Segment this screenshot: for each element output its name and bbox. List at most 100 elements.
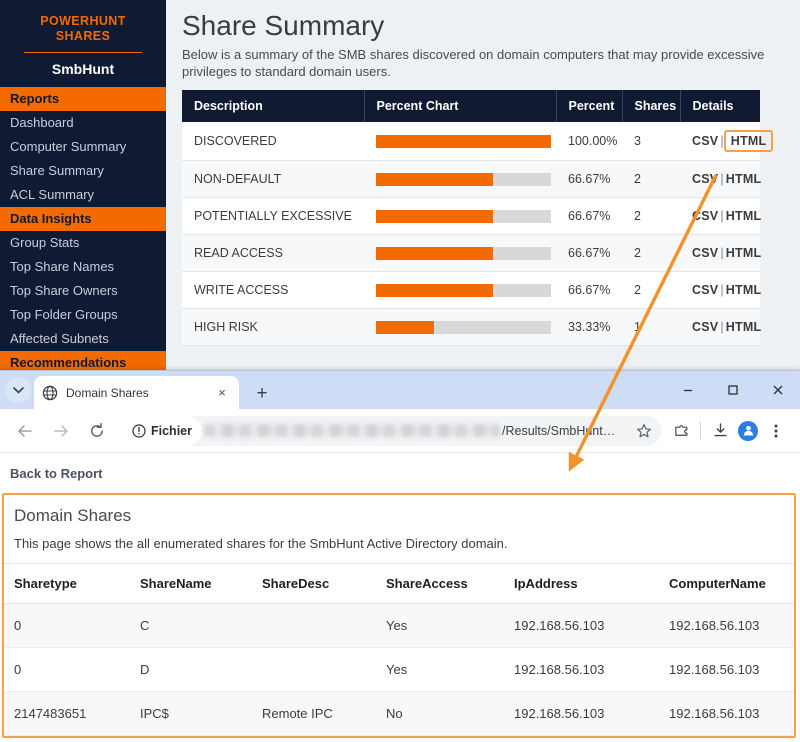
table-row: 0 D Yes 192.168.56.103 192.168.56.103	[4, 647, 794, 692]
brand-title: POWERHUNT SHARES	[10, 14, 156, 44]
column-header-percent-chart: Percent Chart	[364, 90, 557, 122]
reload-button[interactable]	[82, 416, 112, 446]
cell-description: DISCOVERED	[182, 122, 364, 161]
sidebar-section-reports[interactable]: Reports	[0, 87, 166, 111]
window-close-button[interactable]	[755, 371, 800, 409]
browser-menu-icon[interactable]	[762, 416, 790, 446]
cell-percent: 66.67%	[556, 271, 622, 309]
site-info-chip[interactable]: Fichier	[124, 415, 202, 446]
table-row: 2147483651 IPC$ Remote IPC No 192.168.56.103…	[4, 691, 794, 736]
cell-details: CSV | HTML	[680, 160, 762, 198]
back-button[interactable]	[10, 416, 40, 446]
cell-details: CSV | HTML	[680, 197, 762, 235]
domain-shares-table: Sharetype ShareName ShareDesc ShareAcces…	[4, 563, 794, 736]
scheme-label: Fichier	[151, 423, 192, 438]
cell-shares: 2	[622, 234, 680, 272]
browser-toolbar: Fichier /Results/SmbHunt…	[0, 409, 800, 453]
cell-details: CSV | HTML	[680, 122, 774, 161]
sidebar-item-dashboard[interactable]: Dashboard	[0, 111, 166, 135]
cell-shares: 2	[622, 271, 680, 309]
cell-sharedesc: Remote IPC	[252, 691, 376, 736]
html-link[interactable]: HTML	[726, 246, 762, 260]
cell-ipaddress: 192.168.56.103	[504, 647, 659, 692]
cell-details: CSV | HTML	[680, 271, 762, 309]
sidebar-item-acl-summary[interactable]: ACL Summary	[0, 183, 166, 207]
sidebar-section-data-insights[interactable]: Data Insights	[0, 207, 166, 231]
browser-tab[interactable]: Domain Shares ×	[34, 376, 239, 409]
html-link[interactable]: HTML	[723, 130, 774, 152]
extensions-icon[interactable]	[667, 416, 695, 446]
downloads-icon[interactable]	[706, 416, 734, 446]
sidebar-item-top-folder-groups[interactable]: Top Folder Groups	[0, 303, 166, 327]
table-row: WRITE ACCESS 66.67% 2 CSV | HTML	[182, 271, 762, 309]
column-header-percent: Percent	[556, 90, 623, 122]
table-row: READ ACCESS 66.67% 2 CSV | HTML	[182, 234, 762, 272]
csv-link[interactable]: CSV	[692, 172, 718, 186]
cell-percent: 66.67%	[556, 160, 622, 198]
forward-button[interactable]	[46, 416, 76, 446]
brand-subtitle: SmbHunt	[51, 61, 115, 77]
column-header-ipaddress: IpAddress	[504, 563, 659, 604]
arrow-right-icon	[54, 424, 68, 437]
table-row: HIGH RISK 33.33% 1 CSV | HTML	[182, 308, 762, 346]
cell-percent: 66.67%	[556, 234, 622, 272]
html-link[interactable]: HTML	[726, 209, 762, 223]
cell-shares: 2	[622, 197, 680, 235]
tab-search-button[interactable]	[5, 377, 31, 403]
percent-bar-track	[376, 172, 551, 186]
percent-bar-fill	[376, 246, 493, 260]
column-header-sharename: ShareName	[130, 563, 252, 604]
cell-description: HIGH RISK	[182, 308, 364, 346]
tab-close-icon[interactable]: ×	[213, 384, 231, 402]
maximize-icon	[727, 385, 738, 395]
column-header-shares: Shares	[622, 90, 681, 122]
brand-title-line2: SHARES	[55, 29, 111, 43]
new-tab-button[interactable]: +	[249, 380, 275, 406]
window-maximize-button[interactable]	[710, 371, 755, 409]
cell-computername: 192.168.56.103	[659, 691, 794, 736]
cell-shareaccess: Yes	[376, 603, 504, 648]
csv-link[interactable]: CSV	[692, 320, 718, 334]
back-to-report-link[interactable]: Back to Report	[8, 453, 792, 493]
html-link[interactable]: HTML	[726, 283, 762, 297]
cell-percent-chart	[364, 308, 556, 346]
cell-computername: 192.168.56.103	[659, 647, 794, 692]
csv-link[interactable]: CSV	[692, 134, 718, 148]
cell-description: WRITE ACCESS	[182, 271, 364, 309]
table-row: DISCOVERED 100.00% 3 CSV | HTML	[182, 122, 774, 161]
table-row: POTENTIALLY EXCESSIVE 66.67% 2 CSV | HTML	[182, 197, 762, 235]
details-separator: |	[720, 246, 724, 260]
percent-bar-fill	[376, 134, 551, 148]
csv-link[interactable]: CSV	[692, 246, 718, 260]
cell-sharetype: 0	[4, 647, 130, 692]
sidebar-item-affected-subnets[interactable]: Affected Subnets	[0, 327, 166, 351]
sidebar-item-top-share-names[interactable]: Top Share Names	[0, 255, 166, 279]
page-title: Share Summary	[182, 10, 385, 41]
profile-avatar-icon[interactable]	[734, 416, 762, 446]
percent-bar-track	[376, 320, 551, 334]
url-redacted-region	[204, 424, 500, 437]
chevron-down-icon	[12, 386, 24, 394]
address-bar[interactable]: Fichier /Results/SmbHunt…	[124, 415, 661, 446]
csv-link[interactable]: CSV	[692, 283, 718, 297]
bookmark-star-icon[interactable]	[631, 423, 657, 439]
csv-link[interactable]: CSV	[692, 209, 718, 223]
toolbar-icons	[667, 416, 790, 446]
reload-icon	[91, 422, 103, 437]
cell-percent: 33.33%	[556, 308, 622, 346]
url-text: /Results/SmbHunt…	[502, 423, 616, 438]
sidebar-item-group-stats[interactable]: Group Stats	[0, 231, 166, 255]
window-controls	[665, 371, 800, 409]
cell-ipaddress: 192.168.56.103	[504, 603, 659, 648]
avatar	[738, 420, 758, 441]
html-link[interactable]: HTML	[726, 172, 762, 186]
cell-details: CSV | HTML	[680, 308, 762, 346]
cell-shares: 2	[622, 160, 680, 198]
column-header-sharetype: Sharetype	[4, 563, 130, 604]
html-link[interactable]: HTML	[726, 320, 762, 334]
sidebar-item-share-summary[interactable]: Share Summary	[0, 159, 166, 183]
sidebar-item-computer-summary[interactable]: Computer Summary	[0, 135, 166, 159]
window-minimize-button[interactable]	[665, 371, 710, 409]
cell-sharename: IPC$	[130, 691, 252, 736]
sidebar-item-top-share-owners[interactable]: Top Share Owners	[0, 279, 166, 303]
